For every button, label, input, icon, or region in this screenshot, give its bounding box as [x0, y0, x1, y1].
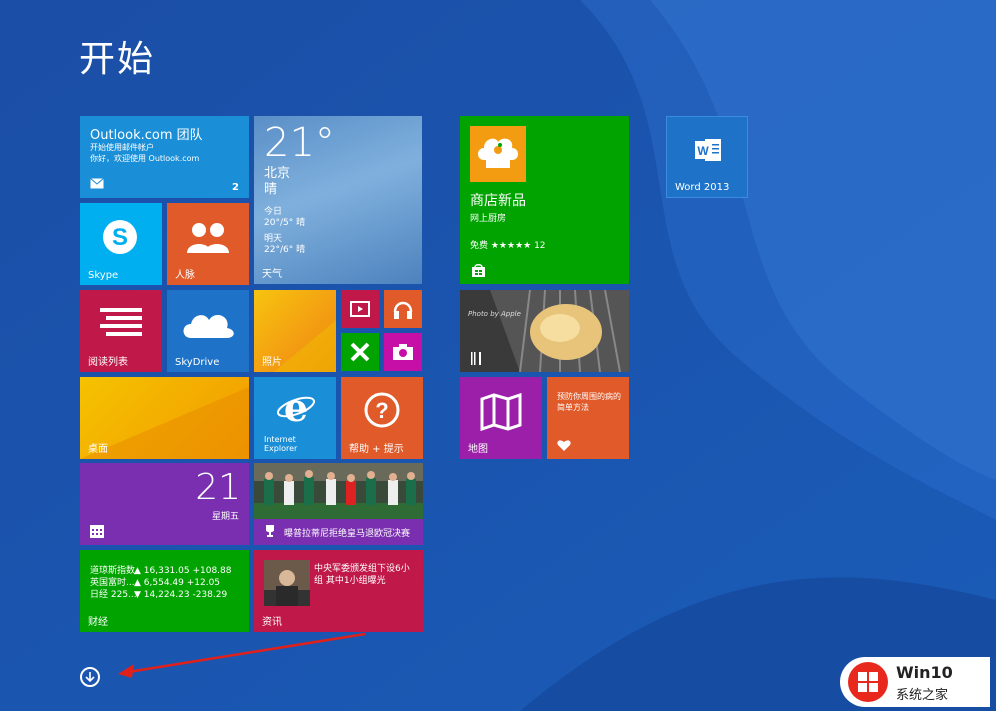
- watermark-badge: Win10 系统之家: [840, 657, 990, 707]
- tile-music[interactable]: [384, 290, 422, 328]
- food-photo: [460, 290, 629, 372]
- reading-list-icon: [100, 308, 142, 336]
- watermark-brand: Win10: [896, 663, 953, 682]
- tile-news[interactable]: 中央军委颁发组下设6小组 其中1小组曝光 资讯: [254, 550, 423, 632]
- sports-caption: 曝普拉蒂尼拒绝皇马退欧冠决赛: [284, 529, 411, 539]
- heart-icon: [557, 440, 571, 451]
- windows-logo-icon: [848, 662, 888, 702]
- tile-people[interactable]: 人脉: [167, 203, 249, 285]
- page-title: 开始: [79, 39, 156, 80]
- photos-label: 照片: [262, 357, 282, 368]
- xbox-icon: [350, 342, 370, 362]
- outlook-line2: 你好，欢迎使用 Outlook.com: [90, 154, 200, 163]
- tile-store[interactable]: 商店新品 网上厨房 免费 ★★★★★ 12: [460, 116, 629, 284]
- word-label: Word 2013: [675, 182, 730, 193]
- tile-outlook[interactable]: Outlook.com 团队 开始使用邮件帐户 你好，欢迎使用 Outlook.…: [80, 116, 249, 198]
- tile-maps[interactable]: 地图: [460, 377, 542, 459]
- tile-calendar[interactable]: 21 星期五: [80, 463, 249, 545]
- svg-text:W: W: [697, 144, 709, 158]
- svg-text:?: ?: [375, 398, 388, 423]
- reading-list-label: 阅读列表: [88, 357, 128, 368]
- tile-camera[interactable]: [384, 333, 422, 371]
- food-photo-text: Photo by Apple: [468, 310, 521, 318]
- calendar-icon: [90, 525, 104, 538]
- calendar-weekday: 星期五: [211, 512, 239, 522]
- desktop-label: 桌面: [88, 444, 108, 455]
- tile-skydrive[interactable]: SkyDrive: [167, 290, 249, 372]
- finance-row-name: 日经 225...: [90, 590, 137, 600]
- mail-icon: [90, 178, 104, 189]
- help-label: 帮助 + 提示: [349, 444, 404, 455]
- tile-weather[interactable]: 21° 北京 晴 今日 20°/5° 晴 明天 22°/6° 晴 天气: [254, 116, 422, 284]
- word-icon: W: [695, 139, 721, 161]
- headphones-icon: [393, 301, 413, 319]
- arrow-down-icon: [85, 672, 95, 682]
- weather-today-range: 20°/5° 晴: [264, 218, 306, 228]
- sports-photo: [254, 463, 423, 519]
- people-icon: [187, 223, 229, 253]
- weather-cond: 晴: [264, 182, 278, 197]
- tile-skype[interactable]: S Skype: [80, 203, 162, 285]
- health-title: 预防你周围的病的简单方法: [557, 392, 621, 412]
- finance-label: 财经: [88, 617, 108, 628]
- tile-help[interactable]: ? 帮助 + 提示: [341, 377, 423, 459]
- weather-label: 天气: [262, 269, 282, 280]
- news-headline: 中央军委颁发组下设6小组 其中1小组曝光: [314, 564, 410, 586]
- tile-food[interactable]: Photo by Apple: [460, 290, 629, 372]
- tile-video[interactable]: [341, 290, 379, 328]
- tile-word[interactable]: W Word 2013: [666, 116, 748, 198]
- ie-label-1: Internet: [264, 435, 296, 444]
- weather-city: 北京: [264, 166, 291, 181]
- store-icon: [472, 264, 485, 277]
- ie-label-2: Explorer: [264, 444, 298, 453]
- news-label: 资讯: [262, 617, 282, 628]
- tile-games[interactable]: [341, 333, 379, 371]
- fork-knife-icon: [471, 352, 481, 365]
- ie-icon: e: [276, 387, 316, 427]
- skype-label: Skype: [88, 270, 119, 281]
- trophy-icon: [266, 525, 274, 537]
- tile-finance[interactable]: 道琼斯指数▲ 16,331.05 +108.88 英国富时...▲ 6,554.4…: [80, 550, 249, 632]
- camera-icon: [393, 344, 413, 360]
- watermark-sub: 系统之家: [896, 688, 949, 703]
- mail-count: 2: [232, 182, 239, 193]
- chef-hat-icon: [470, 126, 526, 182]
- tile-internet-explorer[interactable]: e Internet Explorer: [254, 377, 336, 459]
- maps-label: 地图: [468, 444, 488, 455]
- finance-row-value: ▼ 14,224.23 -238.29: [134, 590, 228, 600]
- map-icon: [480, 393, 522, 431]
- finance-row: 日经 225...▼ 14,224.23 -238.29: [90, 587, 227, 600]
- weather-tomorrow-range: 22°/6° 晴: [264, 245, 306, 255]
- people-label: 人脉: [175, 270, 195, 281]
- skydrive-label: SkyDrive: [175, 357, 220, 368]
- tile-reading-list[interactable]: 阅读列表: [80, 290, 162, 372]
- store-rating: 免费 ★★★★★ 12: [470, 241, 546, 251]
- weather-temp: 21°: [264, 120, 335, 166]
- video-icon: [350, 301, 370, 317]
- store-sub: 网上厨房: [470, 214, 507, 224]
- svg-text:S: S: [112, 224, 128, 251]
- tile-sports[interactable]: 曝普拉蒂尼拒绝皇马退欧冠决赛: [254, 463, 423, 545]
- news-photo: [264, 560, 310, 606]
- calendar-day: 21: [195, 467, 241, 508]
- svg-text:e: e: [284, 387, 308, 427]
- tile-health[interactable]: 预防你周围的病的简单方法: [547, 377, 629, 459]
- tile-photos[interactable]: 照片: [254, 290, 336, 372]
- help-icon: ?: [364, 392, 400, 428]
- all-apps-button[interactable]: [80, 667, 100, 687]
- store-title: 商店新品: [470, 193, 526, 209]
- tile-desktop[interactable]: 桌面: [80, 377, 249, 459]
- cloud-icon: [183, 314, 234, 338]
- skype-icon: S: [103, 220, 137, 254]
